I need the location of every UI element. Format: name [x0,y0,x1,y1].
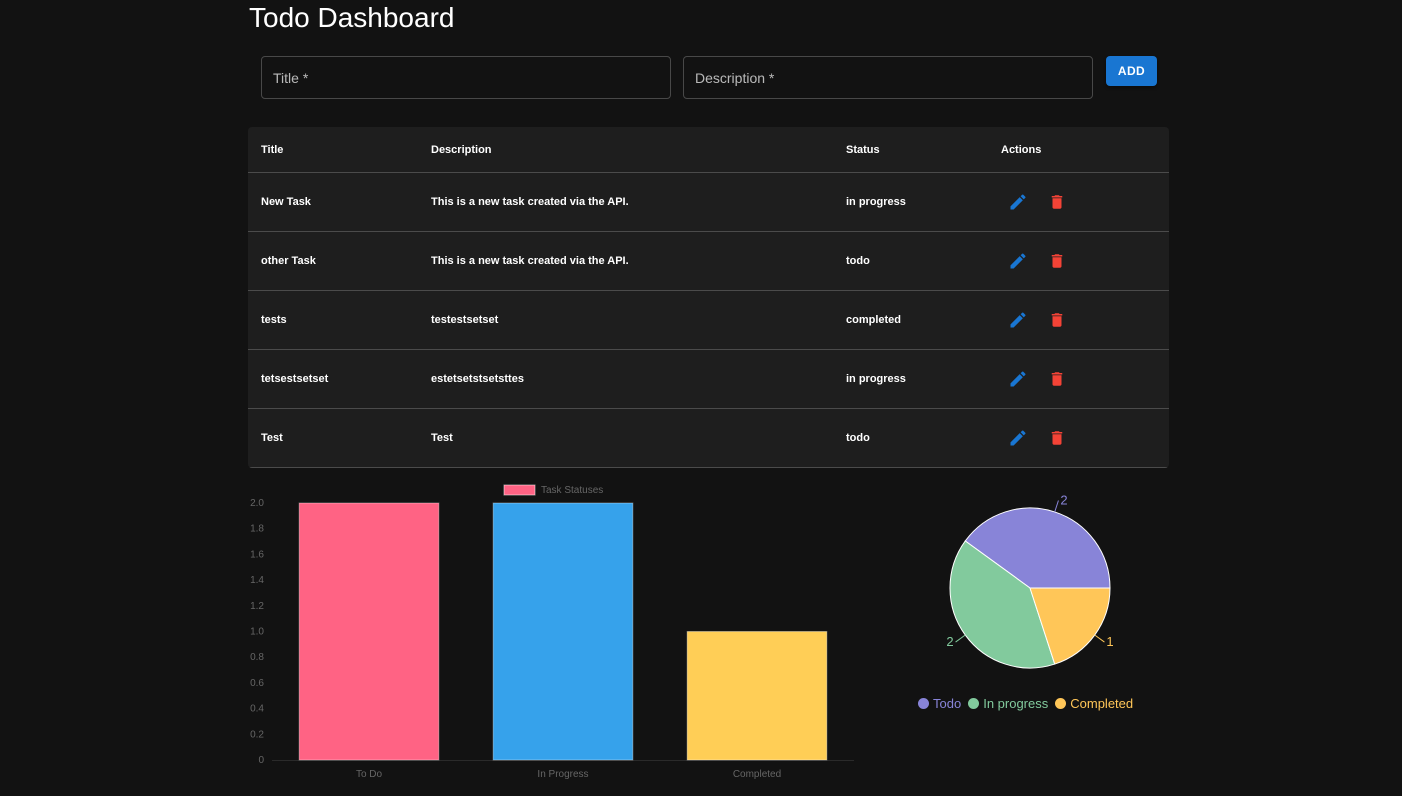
cell-description: estetsetstsetsttes [431,373,524,385]
delete-button[interactable] [1048,350,1066,408]
pencil-icon [1010,253,1026,269]
legend-dot [968,698,980,709]
status-bar-chart: 0 0.2 0.4 0.6 0.8 1.0 1.2 1.4 1.6 1.8 2.0 To Do In P… [250,484,854,780]
pie-value-label: 2 [1060,493,1067,508]
y-tick-label: 0.6 [250,678,264,689]
pencil-icon [1010,430,1026,446]
trash-icon [1051,195,1063,209]
table-body: New Task This is a new task created via t… [248,173,1169,468]
legend-label: Task Statuses [541,485,603,496]
pie-leader-line [955,634,966,643]
cell-title: other Task [261,255,316,267]
pencil-icon [1010,371,1026,387]
description-field[interactable]: Description * [683,56,1093,99]
trash-icon [1051,372,1063,386]
y-tick-label: 1.0 [250,627,264,638]
description-field-label: Description * [695,70,775,86]
trash-icon [1051,431,1063,445]
page-title: Todo Dashboard [249,2,455,33]
cell-status: completed [846,314,902,326]
edit-button[interactable] [1008,291,1028,349]
table-header-row: Title Description Status Actions [248,127,1169,173]
legend-swatch [503,484,536,496]
header-description: Description [431,143,492,156]
header-actions: Actions [1001,143,1042,156]
pie-value-label: 2 [946,634,953,649]
trash-icon [1051,254,1063,268]
cell-description: This is a new task created via the API. [431,255,629,267]
y-tick-label: 2.0 [250,498,264,509]
y-tick-label: 1.6 [250,549,264,560]
edit-button[interactable] [1008,232,1028,290]
cell-title: New Task [261,196,311,208]
cell-status: in progress [846,196,906,208]
cell-description: This is a new task created via the API. [431,196,629,208]
y-tick-label: 0.8 [250,652,264,663]
pie-leader-line [1094,634,1105,643]
x-tick-label: In Progress [537,769,588,780]
pie-legend-label: In progress [983,696,1049,711]
y-tick-label: 1.4 [250,575,264,586]
pie-legend-label: Todo [933,696,962,711]
pie-leader-line [1054,500,1059,513]
cell-description: testestsetset [431,314,499,326]
table-row: Test Test todo [248,409,1169,468]
bar [492,502,634,761]
add-button[interactable]: ADD [1106,56,1157,86]
title-field-label: Title * [273,70,309,86]
y-tick-label: 1.2 [250,601,264,612]
cell-description: Test [431,432,453,444]
pencil-icon [1010,194,1026,210]
cell-title: tetsestsetset [261,373,329,385]
x-tick-label: Completed [733,769,781,780]
y-tick-label: 0 [258,755,264,766]
header-status: Status [846,143,880,156]
status-pie-chart: 2 2 1 [946,493,1114,669]
cell-status: todo [846,432,870,444]
header-title: Title [261,143,284,156]
pencil-icon [1010,312,1026,328]
delete-button[interactable] [1048,291,1066,349]
table-row: tetsestsetset estetsetstsetsttes in progre… [248,350,1169,409]
pie-legend: Todo In progress Completed [918,696,1140,711]
edit-button[interactable] [1008,173,1028,231]
cell-status: todo [846,255,870,267]
y-tick-label: 0.4 [250,704,264,715]
legend-dot [1055,698,1067,709]
pie-legend-item: Completed [1055,696,1133,711]
table-row: tests testestsetset completed [248,291,1169,350]
table-row: other Task This is a new task created via… [248,232,1169,291]
edit-button[interactable] [1008,350,1028,408]
todo-table: Title Description Status Actions New Tas… [248,127,1169,468]
legend-dot [918,698,929,709]
trash-icon [1051,313,1063,327]
cell-title: Test [261,432,283,444]
dashboard-page: Todo Dashboard Title * Description * ADD… [0,0,1402,796]
bar [298,502,440,761]
x-tick-label: To Do [356,769,383,780]
pie-legend-item: Todo [918,696,961,711]
pie-value-label: 1 [1106,634,1113,649]
pie-legend-label: Completed [1070,696,1134,711]
delete-button[interactable] [1048,409,1066,467]
y-tick-label: 0.2 [250,729,264,740]
title-field[interactable]: Title * [261,56,671,99]
bar [686,631,828,761]
edit-button[interactable] [1008,409,1028,467]
delete-button[interactable] [1048,173,1066,231]
y-tick-label: 1.8 [250,524,264,535]
cell-title: tests [261,314,287,326]
cell-status: in progress [846,373,906,385]
delete-button[interactable] [1048,232,1066,290]
pie-legend-item: In progress [968,696,1048,711]
table-row: New Task This is a new task created via t… [248,173,1169,232]
